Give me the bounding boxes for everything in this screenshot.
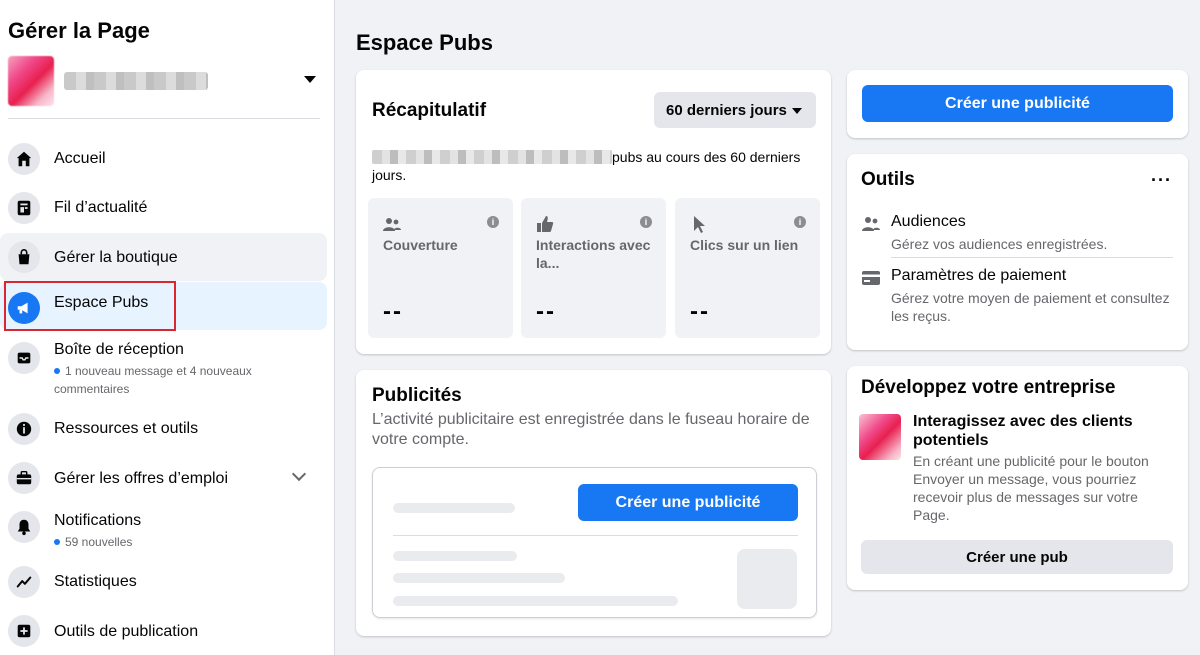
skeleton-line — [393, 551, 517, 561]
sidebar-item-outils-publication[interactable]: Outils de publication — [0, 607, 327, 655]
tools-divider — [891, 257, 1173, 258]
inbox-icon — [8, 342, 40, 374]
highlight-annotation-box — [4, 281, 176, 331]
develop-business-card: Développez votre entreprise Interagissez… — [847, 366, 1188, 590]
sidebar-item-ressources-outils[interactable]: Ressources et outils — [0, 405, 327, 453]
home-icon — [8, 143, 40, 175]
briefcase-icon — [8, 462, 40, 494]
page-name-blurred[interactable] — [64, 72, 208, 90]
shopping-bag-icon — [8, 241, 40, 273]
metric-label: Clics sur un lien — [690, 237, 799, 253]
create-ad-button[interactable]: Créer une publicité — [578, 484, 798, 521]
recap-card: Récapitulatif 60 derniers jours pubs au … — [356, 70, 831, 354]
create-pub-button[interactable]: Créer une pub — [861, 540, 1173, 574]
metric-value: -- — [690, 298, 710, 325]
bell-icon — [8, 511, 40, 543]
sidebar-item-gerer-boutique[interactable]: Gérer la boutique — [0, 233, 327, 281]
sidebar-item-label: Accueil — [54, 150, 106, 167]
tool-audiences[interactable]: Audiences Gérez vos audiences enregistré… — [861, 213, 1173, 257]
develop-title: Développez votre entreprise — [861, 377, 1116, 398]
metric-clics[interactable]: i Clics sur un lien -- — [675, 198, 820, 338]
skeleton-line — [393, 503, 515, 513]
create-ad-card: Créer une publicité — [847, 70, 1188, 138]
sidebar-item-notifications[interactable]: Notifications 59 nouvelles — [0, 506, 327, 556]
unread-dot-icon — [54, 539, 60, 545]
tools-card: Outils ··· Audiences Gérez vos audiences… — [847, 154, 1188, 350]
recap-summary: pubs au cours des 60 derniers jours. — [372, 149, 801, 183]
page-avatar[interactable] — [8, 56, 54, 106]
people-icon — [383, 218, 401, 231]
chevron-down-icon[interactable] — [291, 466, 307, 482]
cursor-icon — [694, 216, 705, 233]
create-ad-button-top[interactable]: Créer une publicité — [862, 85, 1173, 122]
preview-divider — [393, 535, 798, 536]
info-icon[interactable]: i — [794, 216, 806, 228]
sidebar-item-label: Outils de publication — [54, 623, 199, 640]
tool-payment-settings[interactable]: Paramètres de paiement Gérez votre moyen… — [861, 267, 1173, 327]
tool-title: Paramètres de paiement — [891, 267, 1067, 284]
sidebar-item-offres-emploi[interactable]: Gérer les offres d’emploi — [0, 454, 327, 502]
sidebar-title: Gérer la Page — [8, 18, 150, 43]
develop-description: En créant une publicité pour le bouton E… — [913, 453, 1149, 523]
sidebar-item-statistiques[interactable]: Statistiques — [0, 558, 327, 606]
period-dropdown[interactable]: 60 derniers jours — [654, 92, 816, 128]
inbox-notification-text: 1 nouveau message et 4 nouveaux commenta… — [54, 364, 252, 396]
ads-preview-placeholder: Créer une publicité — [372, 467, 817, 618]
people-icon — [862, 217, 880, 231]
period-dropdown-label: 60 derniers jours — [666, 101, 787, 119]
chart-line-icon — [8, 566, 40, 598]
ads-title: Publicités — [372, 385, 462, 406]
publishing-tools-icon — [8, 615, 40, 647]
metric-label: Couverture — [383, 237, 458, 253]
unread-dot-icon — [54, 368, 60, 374]
page-avatar — [859, 414, 901, 460]
ads-card: Publicités L’activité publicitaire est e… — [356, 370, 831, 636]
metric-interactions[interactable]: i Interactions avec la... -- — [521, 198, 666, 338]
info-icon — [8, 413, 40, 445]
metric-couverture[interactable]: i Couverture -- — [368, 198, 513, 338]
skeleton-thumbnail — [737, 549, 797, 609]
sidebar-item-label: Boîte de réception — [54, 341, 184, 358]
tools-title: Outils — [861, 169, 915, 190]
sidebar-divider — [8, 118, 320, 119]
page-title: Espace Pubs — [356, 30, 493, 55]
metric-value: -- — [536, 298, 556, 325]
metric-value: -- — [383, 298, 403, 325]
sidebar: Gérer la Page Accueil Fil d’actualité Gé… — [0, 0, 335, 655]
metric-label: Interactions avec la... — [536, 237, 651, 271]
ads-description: L’activité publicitaire est enregistrée … — [372, 411, 810, 448]
sidebar-item-accueil[interactable]: Accueil — [0, 135, 327, 183]
credit-card-icon — [862, 271, 880, 285]
sidebar-item-label: Ressources et outils — [54, 420, 199, 437]
tool-title: Audiences — [891, 213, 966, 230]
sidebar-item-label: Statistiques — [54, 573, 137, 590]
tool-description: Gérez votre moyen de paiement et consult… — [891, 290, 1170, 324]
info-icon[interactable]: i — [640, 216, 652, 228]
notifications-count-text: 59 nouvelles — [54, 533, 274, 551]
sidebar-item-label: Gérer les offres d’emploi — [54, 470, 228, 487]
tool-description: Gérez vos audiences enregistrées. — [891, 236, 1108, 252]
skeleton-line — [393, 596, 678, 606]
news-feed-icon — [8, 192, 40, 224]
develop-headline: Interagissez avec des clients potentiels — [913, 413, 1133, 449]
recap-title: Récapitulatif — [372, 100, 487, 121]
skeleton-line — [393, 573, 565, 583]
more-options-icon[interactable]: ··· — [1151, 170, 1172, 191]
sidebar-item-label: Gérer la boutique — [54, 249, 178, 266]
info-icon[interactable]: i — [487, 216, 499, 228]
sidebar-item-label: Notifications — [54, 512, 142, 529]
caret-down-icon — [792, 108, 802, 114]
sidebar-item-boite-reception[interactable]: Boîte de réception 1 nouveau message et … — [0, 336, 327, 398]
sidebar-item-label: Fil d’actualité — [54, 199, 148, 216]
thumbs-up-icon — [537, 216, 554, 232]
blurred-text — [372, 150, 612, 164]
page-switcher-caret-icon[interactable] — [304, 76, 316, 83]
sidebar-item-fil-actualite[interactable]: Fil d’actualité — [0, 184, 327, 232]
